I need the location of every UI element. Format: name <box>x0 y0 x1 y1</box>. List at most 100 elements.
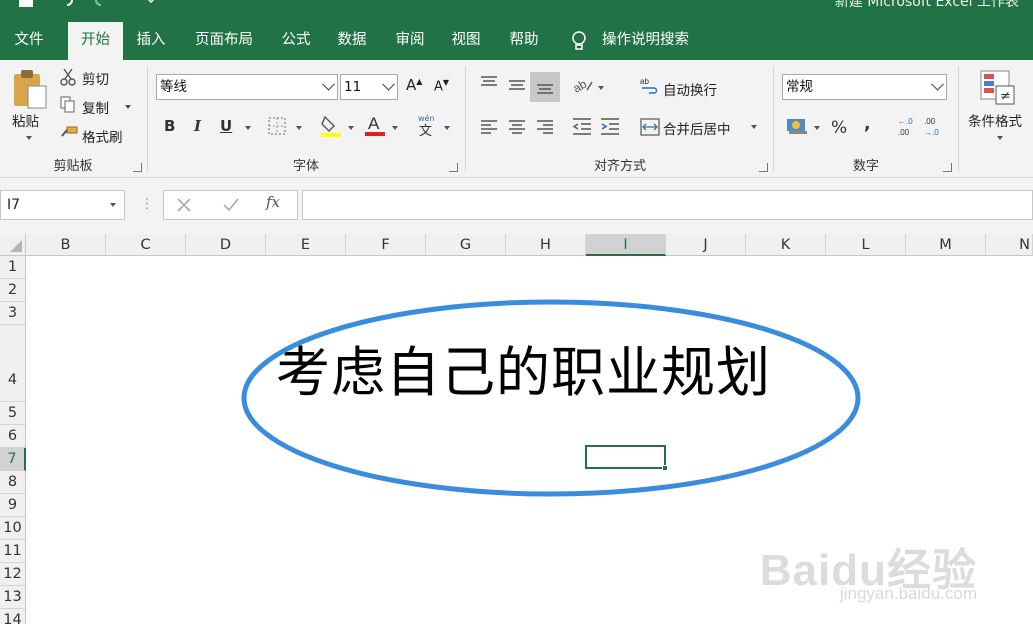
font-color-dropdown-icon[interactable] <box>392 126 398 130</box>
row-header-2[interactable]: 2 <box>0 279 26 302</box>
increase-font-size-icon[interactable]: A▲ <box>406 76 422 94</box>
currency-format-icon[interactable] <box>786 116 808 140</box>
column-header-g[interactable]: G <box>426 234 506 256</box>
undo-icon[interactable] <box>58 0 74 12</box>
conditional-formatting-icon[interactable]: ≠ <box>980 70 1016 110</box>
column-header-m[interactable]: M <box>906 234 986 256</box>
lightbulb-icon[interactable] <box>570 30 588 52</box>
column-header-j[interactable]: J <box>666 234 746 256</box>
row-header-10[interactable]: 10 <box>0 517 26 540</box>
cut-button[interactable]: 剪切 <box>82 68 109 88</box>
active-cell-i7[interactable] <box>585 445 668 471</box>
insert-function-icon[interactable]: fx <box>266 193 280 211</box>
alignment-launcher-icon[interactable] <box>759 163 768 172</box>
comma-style-icon[interactable]: , <box>864 114 870 134</box>
row-header-9[interactable]: 9 <box>0 494 26 517</box>
row-header-1[interactable]: 1 <box>0 256 26 279</box>
fill-color-dropdown-icon[interactable] <box>348 126 354 130</box>
column-header-c[interactable]: C <box>106 234 186 256</box>
align-left-icon[interactable] <box>480 120 498 138</box>
column-header-i[interactable]: I <box>586 234 666 256</box>
column-header-l[interactable]: L <box>826 234 906 256</box>
conditional-formatting-button[interactable]: 条件格式 <box>968 110 1022 130</box>
merge-center-button[interactable]: 合并后居中 <box>663 118 731 138</box>
align-top-icon[interactable] <box>480 76 498 94</box>
format-painter-icon[interactable] <box>60 126 78 144</box>
decrease-font-size-icon[interactable]: A▼ <box>434 78 449 94</box>
percent-style-icon[interactable]: % <box>831 118 847 138</box>
fill-color-icon[interactable] <box>320 114 342 142</box>
increase-decimal-icon[interactable]: ←.0.00 <box>896 116 918 142</box>
scissors-icon[interactable] <box>60 68 76 90</box>
column-header-e[interactable]: E <box>266 234 346 256</box>
phonetic-guide-icon[interactable]: wén 文 <box>416 112 438 142</box>
cancel-icon[interactable] <box>176 197 192 217</box>
tab-page-layout[interactable]: 页面布局 <box>184 22 264 60</box>
row-header-4[interactable]: 4 <box>0 325 26 402</box>
tab-insert[interactable]: 插入 <box>128 22 174 60</box>
column-header-b[interactable]: B <box>26 234 106 256</box>
wrap-text-button[interactable]: 自动换行 <box>663 79 717 99</box>
copy-icon[interactable] <box>60 96 76 118</box>
column-header-d[interactable]: D <box>186 234 266 256</box>
enter-icon[interactable] <box>222 197 240 217</box>
align-middle-icon[interactable] <box>508 78 526 96</box>
merge-center-icon[interactable] <box>640 118 660 140</box>
cell-text-row4[interactable]: 考虑自己的职业规划 <box>276 328 771 407</box>
underline-button[interactable]: U <box>220 117 232 135</box>
tab-data[interactable]: 数据 <box>330 22 374 60</box>
row-header-13[interactable]: 13 <box>0 586 26 609</box>
number-format-select[interactable]: 常规 <box>782 74 947 100</box>
row-header-6[interactable]: 6 <box>0 425 26 448</box>
bold-button[interactable]: B <box>164 117 175 135</box>
decrease-decimal-icon[interactable]: .00 →.0 <box>922 116 944 142</box>
column-header-n[interactable]: N <box>986 234 1033 256</box>
phonetic-dropdown-icon[interactable] <box>444 126 450 130</box>
font-launcher-icon[interactable] <box>449 163 458 172</box>
select-all-button[interactable] <box>0 234 26 256</box>
align-center-icon[interactable] <box>508 120 526 138</box>
tab-home[interactable]: 开始 <box>68 22 123 60</box>
row-header-5[interactable]: 5 <box>0 402 26 425</box>
tab-file[interactable]: 文件 <box>0 22 58 60</box>
orientation-dropdown-icon[interactable] <box>598 86 604 90</box>
clipboard-launcher-icon[interactable] <box>133 163 142 172</box>
tab-help[interactable]: 帮助 <box>502 22 546 60</box>
row-header-14[interactable]: 14 <box>0 609 26 624</box>
copy-dropdown-icon[interactable] <box>125 105 131 109</box>
border-icon[interactable] <box>268 117 286 139</box>
row-header-8[interactable]: 8 <box>0 471 26 494</box>
tab-view[interactable]: 视图 <box>444 22 488 60</box>
number-launcher-icon[interactable] <box>943 163 952 172</box>
formula-input[interactable] <box>302 190 1033 220</box>
align-bottom-icon[interactable] <box>530 72 560 102</box>
tab-review[interactable]: 审阅 <box>388 22 432 60</box>
save-icon[interactable] <box>18 0 34 12</box>
font-name-select[interactable]: 等线 <box>156 74 338 100</box>
tab-formulas[interactable]: 公式 <box>274 22 318 60</box>
column-header-h[interactable]: H <box>506 234 586 256</box>
row-header-11[interactable]: 11 <box>0 540 26 563</box>
row-header-3[interactable]: 3 <box>0 302 26 325</box>
increase-indent-icon[interactable] <box>600 118 620 140</box>
currency-dropdown-icon[interactable] <box>814 126 820 130</box>
row-header-12[interactable]: 12 <box>0 563 26 586</box>
column-header-f[interactable]: F <box>346 234 426 256</box>
row-header-7[interactable]: 7 <box>0 448 26 471</box>
merge-dropdown-icon[interactable] <box>751 125 757 129</box>
worksheet[interactable]: B C D E F G H I J K L M N 1 2 3 4 5 6 7 … <box>0 234 1033 624</box>
wrap-text-icon[interactable]: ab <box>640 76 658 98</box>
paste-icon[interactable] <box>12 68 48 114</box>
format-painter-button[interactable]: 格式刷 <box>82 126 123 146</box>
copy-button[interactable]: 复制 <box>82 97 109 117</box>
customize-quick-access-icon[interactable] <box>144 0 158 11</box>
fill-handle[interactable] <box>662 465 668 471</box>
decrease-indent-icon[interactable] <box>572 118 592 140</box>
font-color-icon[interactable]: A <box>364 112 386 142</box>
align-right-icon[interactable] <box>536 120 554 138</box>
column-header-k[interactable]: K <box>746 234 826 256</box>
paste-button[interactable]: 粘贴 <box>12 110 39 130</box>
name-box-dropdown-icon[interactable] <box>110 203 116 207</box>
border-dropdown-icon[interactable] <box>296 126 302 130</box>
orientation-icon[interactable]: ab <box>570 76 594 98</box>
